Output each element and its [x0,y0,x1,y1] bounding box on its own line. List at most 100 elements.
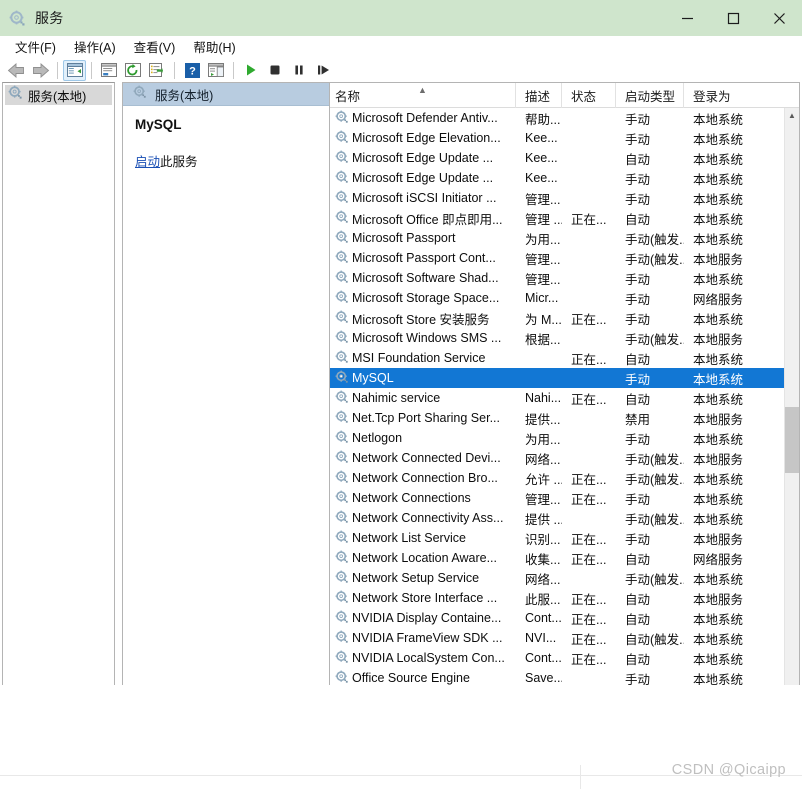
service-gear-icon [335,390,349,407]
maximize-icon[interactable] [710,0,756,36]
table-row[interactable]: Network Store Interface ... 此服... 正在... 自动 本… [330,588,786,608]
services-gear-icon [133,85,147,104]
cell-logon-as: 本地系统 [693,652,744,667]
table-row[interactable]: Network Setup Service 网络... 手动(触发... 本地系统 [330,568,786,588]
table-row[interactable]: MSI Foundation Service 正在... 自动 本地系统 [330,348,786,368]
stop-service-button[interactable] [263,59,287,81]
cell-description: 管理... [525,192,561,207]
table-row[interactable]: Net.Tcp Port Sharing Ser... 提供... 禁用 本地服务 [330,408,786,428]
cell-status: 正在... [571,472,607,487]
chevron-up-icon[interactable]: ▲ [785,108,799,123]
table-row[interactable]: Microsoft iSCSI Initiator ... 管理... 手动 本地系统 [330,188,786,208]
table-row[interactable]: Microsoft Windows SMS ... 根据... 手动(触发... 本地… [330,328,786,348]
cell-service-name: NVIDIA Display Containe... [330,610,516,627]
help-question-icon[interactable]: ? [180,59,204,81]
cell-logon-as: 本地系统 [693,472,744,487]
column-header-logon[interactable]: 登录为 [684,83,756,108]
service-name-label: Microsoft Store 安装服务 [352,312,490,327]
table-row[interactable]: Network Location Aware... 收集... 正在... 自动 网络服… [330,548,786,568]
cell-startup-type: 手动(触发... [625,232,684,247]
show-action-pane-button[interactable] [204,59,228,81]
table-row[interactable]: Microsoft Store 安装服务 为 M... 正在... 手动 本地系统 [330,308,786,328]
start-service-link[interactable]: 启动 [135,155,160,169]
forward-button[interactable] [28,59,52,81]
service-gear-icon [335,510,349,527]
service-gear-icon [335,430,349,447]
cell-logon-as: 本地系统 [693,492,744,507]
cell-status: 正在... [571,632,607,647]
table-row[interactable]: Microsoft Passport 为用... 手动(触发... 本地系统 [330,228,786,248]
list-vertical-scrollbar[interactable]: ▲ ▼ [784,108,799,742]
service-name-label: Netlogon [352,431,403,445]
menu-help[interactable]: 帮助(H) [184,35,244,59]
table-row[interactable]: NVIDIA Display Containe... Cont... 正在... 自动… [330,608,786,628]
service-name-label: Microsoft Edge Update ... [352,171,494,185]
service-gear-icon [335,170,349,187]
table-row[interactable]: NVIDIA LocalSystem Con... Cont... 正在... 自动 本… [330,648,786,668]
cell-description: 提供... [525,412,561,427]
service-gear-icon [335,490,349,507]
back-button[interactable] [4,59,28,81]
table-row[interactable]: MySQL 手动 本地系统 [330,368,786,388]
start-service-button[interactable] [239,59,263,81]
column-header-startup[interactable]: 启动类型 [616,83,684,108]
cell-startup-type: 自动 [625,392,651,407]
menubar: 文件(F) 操作(A) 查看(V) 帮助(H) [0,36,802,58]
services-gear-icon [9,10,26,27]
column-header-status[interactable]: 状态 [562,83,616,108]
export-list-button[interactable] [145,59,169,81]
cell-logon-as: 本地系统 [693,132,744,147]
cell-description: 提供 ... [525,512,562,527]
table-row[interactable]: Microsoft Edge Elevation... Kee... 手动 本地系统 [330,128,786,148]
properties-button[interactable] [97,59,121,81]
service-name-label: MySQL [352,371,394,385]
table-row[interactable]: Network List Service 识别... 正在... 手动 本地服务 [330,528,786,548]
table-row[interactable]: Microsoft Edge Update ... Kee... 手动 本地系统 [330,168,786,188]
table-row[interactable]: Netlogon 为用... 手动 本地系统 [330,428,786,448]
pause-service-button[interactable] [287,59,311,81]
cell-description: 此服... [525,592,561,607]
table-row[interactable]: Microsoft Software Shad... 管理... 手动 本地系统 [330,268,786,288]
cell-description: 管理... [525,272,561,287]
table-row[interactable]: NVIDIA FrameView SDK ... NVI... 正在... 自动(触发… [330,628,786,648]
close-icon[interactable] [756,0,802,36]
refresh-button[interactable] [121,59,145,81]
cell-startup-type: 自动 [625,592,651,607]
cell-description: 管理... [525,492,561,507]
service-gear-icon [335,370,349,387]
cell-logon-as: 本地系统 [693,432,744,447]
menu-file[interactable]: 文件(F) [6,35,65,59]
minimize-icon[interactable] [664,0,710,36]
table-row[interactable]: Microsoft Office 即点即用... 管理 ... 正在... 自动 本地系… [330,208,786,228]
table-row[interactable]: Microsoft Passport Cont... 管理... 手动(触发... 本… [330,248,786,268]
service-name-label: Network Connected Devi... [352,451,501,465]
table-row[interactable]: Microsoft Edge Update ... Kee... 自动 本地系统 [330,148,786,168]
toolbar-separator [233,61,234,79]
cell-startup-type: 手动 [625,132,651,147]
tree-item-services-local[interactable]: 服务(本地) [5,85,112,105]
cell-service-name: MSI Foundation Service [330,350,516,367]
column-header-name[interactable]: 名称 ▲ [330,83,516,108]
cell-description: 为 M... [525,312,562,327]
column-header-description[interactable]: 描述 [516,83,562,108]
table-row[interactable]: Network Connections 管理... 正在... 手动 本地系统 [330,488,786,508]
service-gear-icon [335,670,349,687]
cell-description: 识别... [525,532,561,547]
menu-view[interactable]: 查看(V) [125,35,185,59]
table-row[interactable]: Network Connected Devi... 网络... 手动(触发... 本地… [330,448,786,468]
show-hide-tree-button[interactable] [63,59,86,81]
table-row[interactable]: Microsoft Storage Space... Micr... 手动 网络服务 [330,288,786,308]
service-name-label: Microsoft Storage Space... [352,291,500,305]
menu-action[interactable]: 操作(A) [65,35,125,59]
table-row[interactable]: Network Connectivity Ass... 提供 ... 手动(触发..… [330,508,786,528]
scrollbar-thumb[interactable] [785,406,799,474]
table-row[interactable]: Network Connection Bro... 允许 ... 正在... 手动(触… [330,468,786,488]
table-row[interactable]: Microsoft Defender Antiv... 帮助... 手动 本地系统 [330,108,786,128]
restart-service-button[interactable] [311,59,335,81]
cell-logon-as: 本地系统 [693,392,744,407]
cell-service-name: Microsoft Edge Elevation... [330,130,516,147]
cell-startup-type: 手动 [625,292,651,307]
cell-status: 正在... [571,352,607,367]
cell-description: 网络... [525,452,561,467]
table-row[interactable]: Nahimic service Nahi... 正在... 自动 本地系统 [330,388,786,408]
